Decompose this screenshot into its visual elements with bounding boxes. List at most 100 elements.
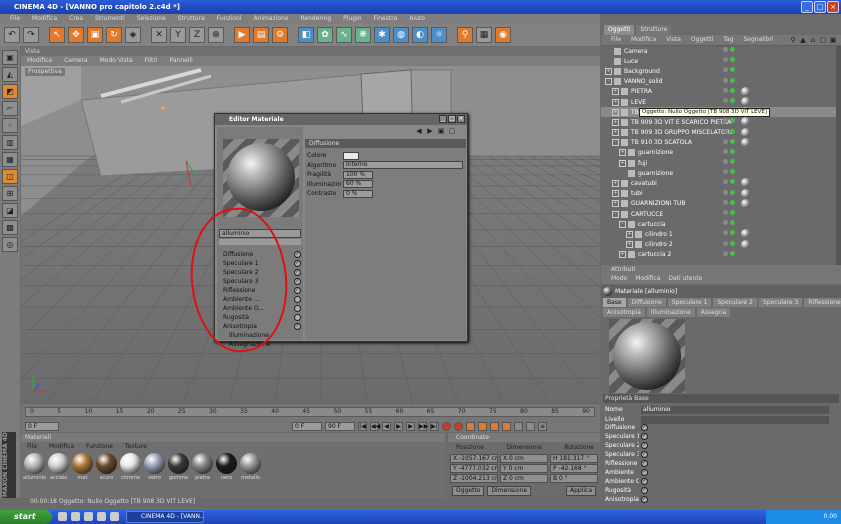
maximize-button[interactable]: □ xyxy=(814,1,826,13)
object-row[interactable]: Luce xyxy=(601,56,836,66)
play-icon[interactable]: ▶ xyxy=(394,421,403,431)
viewport-menu-item[interactable]: Pannelli xyxy=(170,56,193,66)
expand-toggle-icon[interactable] xyxy=(605,48,612,55)
quicklaunch-icon[interactable] xyxy=(97,512,106,521)
editor-visibility-dot[interactable] xyxy=(723,67,728,73)
expand-toggle-icon[interactable]: - xyxy=(619,220,626,228)
channel-checkbox[interactable]: ✓ xyxy=(641,442,648,449)
axis-mode-icon[interactable]: ⌐ xyxy=(2,101,18,116)
material-menu-item[interactable]: Texture xyxy=(125,442,147,451)
record-icon[interactable] xyxy=(442,421,451,431)
object-row[interactable]: Camera xyxy=(601,46,836,56)
editor-visibility-dot[interactable] xyxy=(723,97,728,103)
object-scrollbar[interactable] xyxy=(836,46,841,265)
axis-x-icon[interactable]: ✕ xyxy=(151,27,167,43)
expand-toggle-icon[interactable] xyxy=(605,58,612,65)
viewport-tab[interactable]: Vista xyxy=(21,47,600,56)
channel-checkbox[interactable]: ✓ xyxy=(294,251,301,258)
texture-tag-icon[interactable] xyxy=(741,86,750,96)
editor-visibility-dot[interactable] xyxy=(723,128,728,134)
editor-visibility-dot[interactable] xyxy=(723,138,728,144)
editor-visibility-dot[interactable] xyxy=(723,230,728,236)
editor-close-button[interactable]: × xyxy=(457,115,465,123)
render-visibility-dot[interactable] xyxy=(730,210,735,215)
material-swatch[interactable]: nero xyxy=(215,453,238,493)
render-visibility-dot[interactable] xyxy=(730,230,735,236)
render-visibility-dot[interactable] xyxy=(730,97,735,103)
object-row[interactable]: + TB 909 3D GRUPPO MISCELATORE xyxy=(601,127,836,138)
expand-toggle-icon[interactable]: + xyxy=(612,108,619,116)
render-visibility-dot[interactable] xyxy=(730,118,735,124)
goto-start-icon[interactable]: |◀ xyxy=(358,421,367,431)
scale-key-icon[interactable] xyxy=(490,421,499,431)
up-arrow-icon[interactable]: ▲ xyxy=(799,36,807,44)
expand-toggle-icon[interactable]: + xyxy=(612,180,619,188)
object-menu-item[interactable]: File xyxy=(611,35,621,45)
menu-item[interactable]: Crea xyxy=(69,14,83,24)
expand-toggle-icon[interactable]: + xyxy=(619,149,626,157)
expand-toggle-icon[interactable]: + xyxy=(612,118,619,126)
texture-tag-icon[interactable] xyxy=(741,96,750,106)
texture-tag-icon[interactable] xyxy=(741,188,750,198)
field-value[interactable]: 0 % xyxy=(343,189,373,198)
editor-visibility-dot[interactable] xyxy=(723,118,728,124)
camera-icon[interactable]: ◐ xyxy=(412,27,428,43)
next-key-icon[interactable]: ▶▶ xyxy=(418,421,428,431)
editor-forward-icon[interactable]: ▶ xyxy=(426,127,434,135)
expand-toggle-icon[interactable]: + xyxy=(626,230,633,238)
render-visibility-dot[interactable] xyxy=(730,87,735,93)
minimize-button[interactable]: _ xyxy=(801,1,813,13)
position-key-icon[interactable] xyxy=(478,421,487,431)
object-row[interactable]: + cavatubi xyxy=(601,178,836,188)
home-icon[interactable]: ⌂ xyxy=(809,36,817,44)
attribute-tab[interactable]: Anisotropia xyxy=(603,308,645,317)
render-visibility-dot[interactable] xyxy=(730,179,735,185)
object-menu-item[interactable]: Tag xyxy=(723,35,733,45)
expand-toggle-icon[interactable] xyxy=(619,170,626,177)
expand-toggle-icon[interactable]: + xyxy=(619,251,626,259)
editor-visibility-dot[interactable] xyxy=(723,77,728,83)
texture-tag-icon[interactable] xyxy=(741,137,750,147)
autokey-icon[interactable] xyxy=(454,421,463,431)
menu-item[interactable]: Finestra xyxy=(374,14,398,24)
texture-tag-icon[interactable] xyxy=(741,117,750,127)
taskbar-task-cinema4d[interactable]: CINEMA 4D - [VANN... xyxy=(126,511,204,523)
tweak-mode-icon[interactable]: ◫ xyxy=(2,169,18,184)
editor-visibility-dot[interactable] xyxy=(723,169,728,175)
channel-checkbox[interactable]: ✓ xyxy=(294,260,301,267)
editor-visibility-dot[interactable] xyxy=(723,47,728,52)
texture-tag-icon[interactable] xyxy=(741,229,750,239)
channel-checkbox[interactable]: ✓ xyxy=(294,323,301,330)
channel-checkbox[interactable] xyxy=(294,296,301,303)
scene-icon[interactable]: ◍ xyxy=(393,27,409,43)
axis-z-icon[interactable]: Z xyxy=(189,27,205,43)
editor-lock-icon[interactable]: ▣ xyxy=(437,127,445,135)
object-row[interactable]: + cartuccia 2 xyxy=(601,250,836,260)
keyframe-icon[interactable] xyxy=(466,421,475,431)
render-visibility-dot[interactable] xyxy=(730,138,735,144)
editor-visibility-dot[interactable] xyxy=(723,210,728,215)
channel-checkbox[interactable] xyxy=(294,314,301,321)
material-swatch[interactable]: vetro xyxy=(143,453,166,493)
object-row[interactable]: + guarnizione xyxy=(601,148,836,158)
editor-visibility-dot[interactable] xyxy=(723,57,728,63)
points-mode-icon[interactable]: ⁘ xyxy=(2,118,18,133)
expand-toggle-icon[interactable]: + xyxy=(612,129,619,137)
expand-toggle-icon[interactable]: - xyxy=(612,139,619,147)
redo-icon[interactable]: ↷ xyxy=(23,27,39,43)
rotation-b-field[interactable]: B 0 ° xyxy=(550,474,598,483)
editor-visibility-dot[interactable] xyxy=(723,159,728,165)
position-x-field[interactable]: X -1057.167 cm xyxy=(450,454,498,463)
position-z-field[interactable]: Z -1004.213 cm xyxy=(450,474,498,483)
object-row[interactable]: + fuji xyxy=(601,158,836,168)
viewport-menu-item[interactable]: Modo Vista xyxy=(100,56,133,66)
material-swatch[interactable]: chrome xyxy=(119,453,142,493)
object-row[interactable]: + GUARNIZIONI TUB xyxy=(601,198,836,209)
editor-visibility-dot[interactable] xyxy=(723,199,728,205)
object-row[interactable]: + PIETRA xyxy=(601,86,836,97)
rotation-p-field[interactable]: P -42.168 ° xyxy=(550,464,598,473)
object-row[interactable]: guarnizione xyxy=(601,168,836,178)
attribute-tab[interactable]: Speculare 3 xyxy=(758,298,803,307)
move-icon[interactable]: ✥ xyxy=(68,27,84,43)
editor-back-icon[interactable]: ◀ xyxy=(415,127,423,135)
